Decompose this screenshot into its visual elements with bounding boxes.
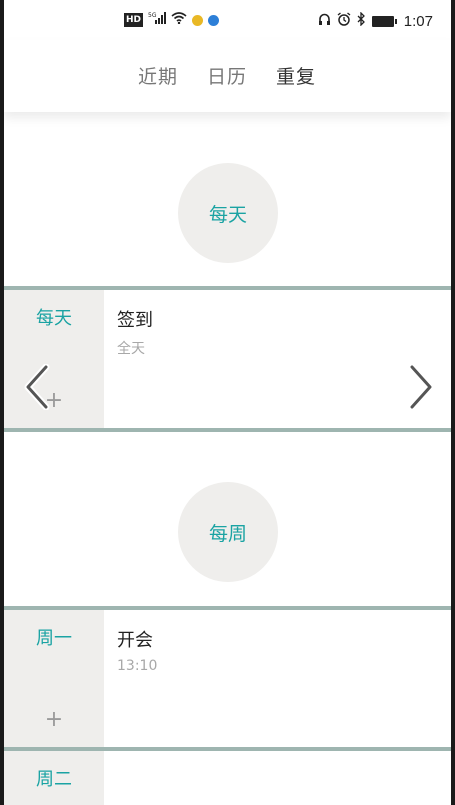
group-circle-daily[interactable]: 每天 [178, 163, 278, 263]
status-right: 1:07 [318, 11, 433, 30]
app-screen: HD 5G 1:07 近期 日历 重复 每天 每天 + 签到 全天 每周 周一 … [4, 0, 451, 805]
tab-bar: 近期 日历 重复 [4, 40, 451, 112]
wifi-icon [171, 12, 187, 28]
event-time: 全天 [117, 341, 145, 357]
status-bar: HD 5G 1:07 [4, 0, 451, 40]
chevron-right-icon[interactable] [406, 364, 436, 410]
hd-indicator: HD [124, 13, 144, 27]
group-header-daily: 每天 [4, 112, 451, 282]
repeat-row[interactable]: 每天 + 签到 全天 [4, 290, 451, 428]
clock: 1:07 [403, 12, 433, 30]
browser-notification-icon [208, 14, 220, 26]
group-header-weekly: 每周 [4, 432, 451, 602]
group-circle-weekly[interactable]: 每周 [178, 482, 278, 582]
add-icon[interactable]: + [4, 388, 104, 413]
tab-calendar[interactable]: 日历 [207, 62, 247, 89]
day-label: 周二 [36, 769, 72, 790]
event-title[interactable]: 开会 [117, 626, 153, 652]
bluetooth-icon [357, 11, 366, 30]
repeat-row[interactable]: 周一 + 开会 13:10 [4, 610, 451, 747]
network-type: 5G [148, 12, 157, 19]
day-label: 周一 [36, 628, 72, 649]
status-left: HD 5G [124, 12, 220, 28]
day-label: 每天 [36, 308, 72, 329]
repeat-row[interactable]: 周二 [4, 751, 451, 805]
tab-repeat[interactable]: 重复 [276, 62, 316, 89]
app-notification-icon [192, 14, 204, 26]
chevron-left-icon[interactable] [22, 364, 52, 410]
battery-icon [371, 15, 397, 27]
event-time: 13:10 [117, 658, 158, 674]
signal-icon: 5G [148, 12, 167, 28]
tab-recent[interactable]: 近期 [138, 62, 178, 89]
add-icon[interactable]: + [4, 707, 104, 732]
alarm-icon [337, 12, 351, 30]
event-title[interactable]: 签到 [117, 306, 153, 332]
headphones-icon [318, 13, 331, 30]
